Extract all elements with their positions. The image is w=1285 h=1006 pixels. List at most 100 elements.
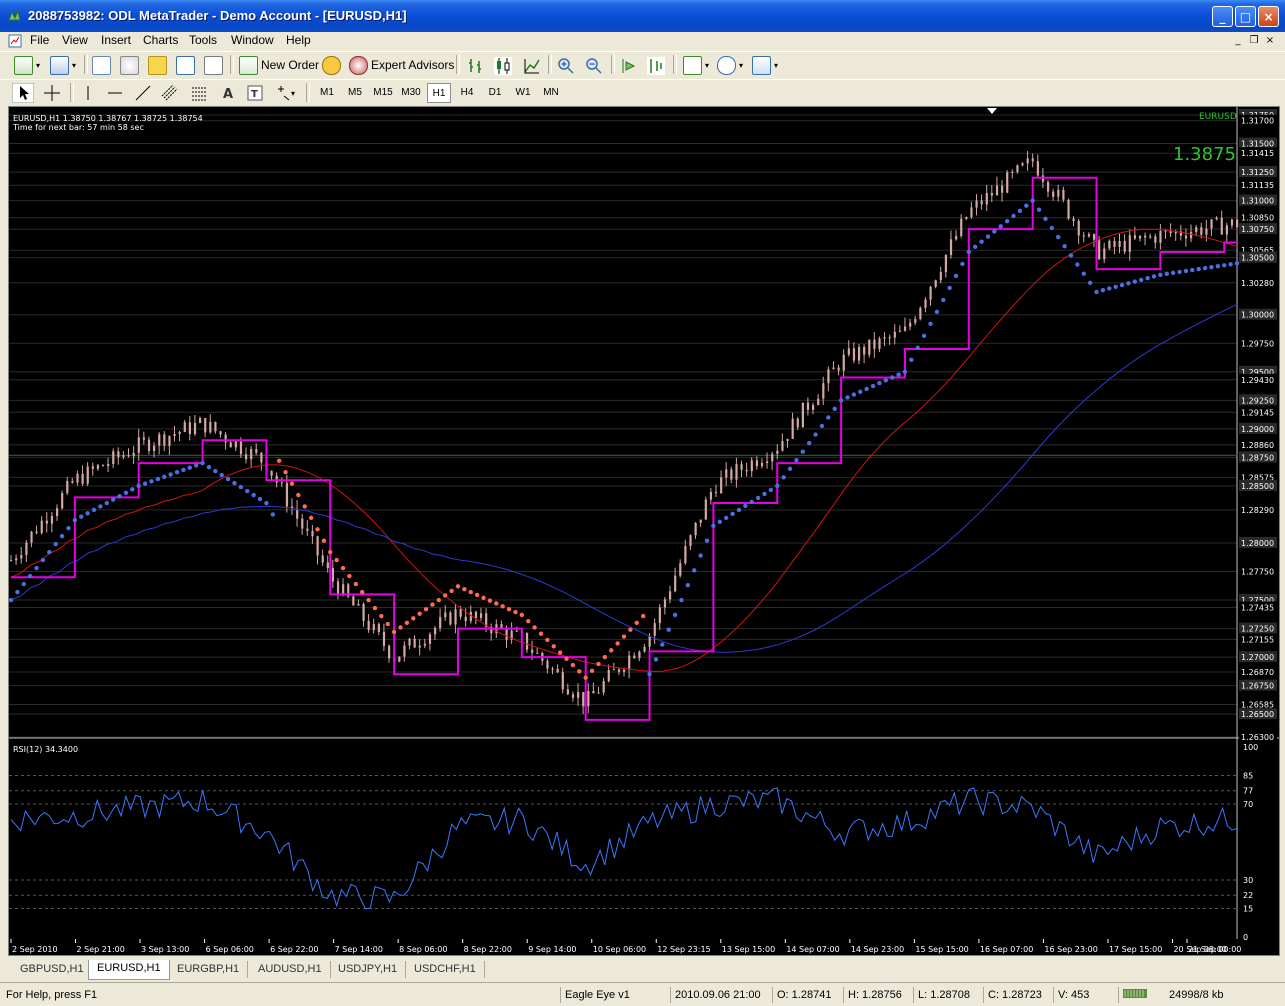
crosshair-icon[interactable] (43, 84, 61, 102)
maximize-button[interactable]: □ (1235, 6, 1256, 27)
red-dot (436, 597, 442, 603)
blue-dot (1215, 264, 1221, 269)
red-dot (551, 644, 556, 649)
time-tick-label: 21 Sep 00:00 (1188, 945, 1241, 954)
menu-view[interactable]: View (62, 33, 88, 47)
tf-w1[interactable]: W1 (511, 83, 535, 103)
data-window-icon[interactable] (120, 54, 139, 76)
candle-body (163, 434, 166, 446)
blue-dot (21, 581, 26, 587)
arrows-icon[interactable]: ▾ (276, 84, 300, 102)
candle-body (101, 465, 105, 467)
rsi-tick-label: 0 (1243, 933, 1248, 942)
blue-dot (768, 487, 774, 493)
trendline-icon[interactable] (134, 84, 152, 102)
candle-body (1067, 199, 1070, 219)
menu-insert[interactable]: Insert (101, 33, 131, 47)
candle-body (1016, 165, 1019, 172)
strategy-tester-icon[interactable] (204, 54, 223, 76)
tf-m5[interactable]: M5 (343, 83, 367, 103)
zoom-out-icon[interactable] (585, 57, 603, 75)
candle-body (153, 445, 156, 452)
candle-body (250, 449, 253, 460)
navigator-icon[interactable] (148, 54, 167, 76)
menu-file[interactable]: File (30, 33, 49, 47)
close-button[interactable]: × (1258, 6, 1279, 27)
tab-usdjpy[interactable]: USDJPY,H1 (330, 961, 407, 978)
candle-body (1031, 158, 1034, 162)
blue-dot (1094, 289, 1099, 295)
price-tick-label: 1.30000 (1241, 311, 1274, 320)
red-dot (455, 584, 461, 589)
tf-mn[interactable]: MN (539, 83, 563, 103)
price-tick-label: 1.27750 (1241, 568, 1274, 577)
blue-dot (685, 583, 691, 588)
candle-body (107, 464, 110, 467)
profiles-button[interactable]: ▾ (50, 54, 76, 76)
candle-body (1118, 240, 1121, 247)
tab-gbpusd[interactable]: GBPUSD,H1 (12, 961, 93, 978)
tab-usdchf[interactable]: USDCHF,H1 (406, 961, 485, 978)
price-tick-label: 1.29250 (1241, 396, 1274, 405)
red-dot (296, 492, 301, 498)
menu-tools[interactable]: Tools (189, 33, 217, 47)
templates-button[interactable]: ▾ (752, 54, 778, 76)
tf-m1[interactable]: M1 (315, 83, 339, 103)
tf-h4[interactable]: H4 (455, 83, 479, 103)
line-chart-icon[interactable] (523, 57, 541, 75)
blue-dot (219, 472, 224, 478)
new-chart-button[interactable]: ▾ (14, 54, 40, 76)
blue-dot (672, 612, 678, 618)
mdi-restore-icon[interactable]: ❐ (1247, 34, 1261, 47)
tf-m15[interactable]: M15 (371, 83, 395, 103)
chart-canvas[interactable]: 1.317501.317001.315001.314151.312501.311… (9, 107, 1279, 955)
blue-dot (1011, 213, 1016, 219)
chart-shift-marker-icon[interactable] (987, 108, 997, 114)
price-tick-label: 1.26585 (1241, 700, 1274, 709)
rsi-tick-label: 30 (1243, 876, 1253, 885)
blue-dot (174, 470, 180, 475)
tab-eurusd[interactable]: EURUSD,H1 (88, 960, 170, 980)
chart-shift-icon[interactable] (647, 57, 665, 75)
blue-dot (245, 488, 250, 494)
market-watch-icon[interactable] (92, 54, 111, 76)
tab-audusd[interactable]: AUDUSD,H1 (250, 961, 331, 978)
price-tick-label: 1.30850 (1241, 214, 1274, 223)
mdi-minimize-icon[interactable]: _ (1231, 34, 1245, 47)
candle-body (234, 441, 237, 448)
periods-button[interactable]: ▾ (717, 54, 743, 76)
text-icon[interactable]: A (219, 84, 237, 102)
minimize-button[interactable]: _ (1212, 6, 1233, 27)
tf-d1[interactable]: D1 (483, 83, 507, 103)
channel-icon[interactable] (161, 84, 179, 102)
text-label-icon[interactable]: T (246, 84, 264, 102)
candle-body (694, 522, 697, 536)
fibonacci-icon[interactable] (190, 84, 208, 102)
menu-window[interactable]: Window (231, 33, 274, 47)
candlestick-icon[interactable] (494, 57, 512, 75)
expert-advisors-button[interactable]: Expert Advisors (349, 54, 454, 76)
vertical-line-icon[interactable] (79, 84, 97, 102)
metaeditor-icon[interactable] (322, 54, 341, 76)
indicators-button[interactable]: ▾ (683, 54, 709, 76)
title-bar[interactable]: 2088753982: ODL MetaTrader - Demo Accoun… (0, 0, 1285, 32)
menu-help[interactable]: Help (286, 33, 311, 47)
tf-m30[interactable]: M30 (399, 83, 423, 103)
horizontal-line-icon[interactable] (106, 84, 124, 102)
chart-window[interactable]: 1.317501.317001.315001.314151.312501.311… (8, 106, 1280, 956)
zoom-in-icon[interactable] (557, 57, 575, 75)
bar-chart-icon[interactable] (467, 57, 485, 75)
menu-charts[interactable]: Charts (143, 33, 178, 47)
new-order-button[interactable]: New Order (239, 54, 319, 76)
tab-eurgbp[interactable]: EURGBP,H1 (169, 961, 249, 978)
candle-body (260, 452, 263, 463)
cursor-icon[interactable] (12, 83, 34, 103)
blue-dot (647, 672, 652, 677)
tf-h1[interactable]: H1 (427, 83, 451, 103)
blue-dot (193, 463, 199, 468)
terminal-icon[interactable] (176, 54, 195, 76)
mdi-close-icon[interactable]: × (1263, 34, 1277, 47)
chart-doc-icon[interactable] (8, 34, 22, 48)
auto-scroll-icon[interactable] (620, 57, 638, 75)
candle-body (939, 272, 942, 281)
